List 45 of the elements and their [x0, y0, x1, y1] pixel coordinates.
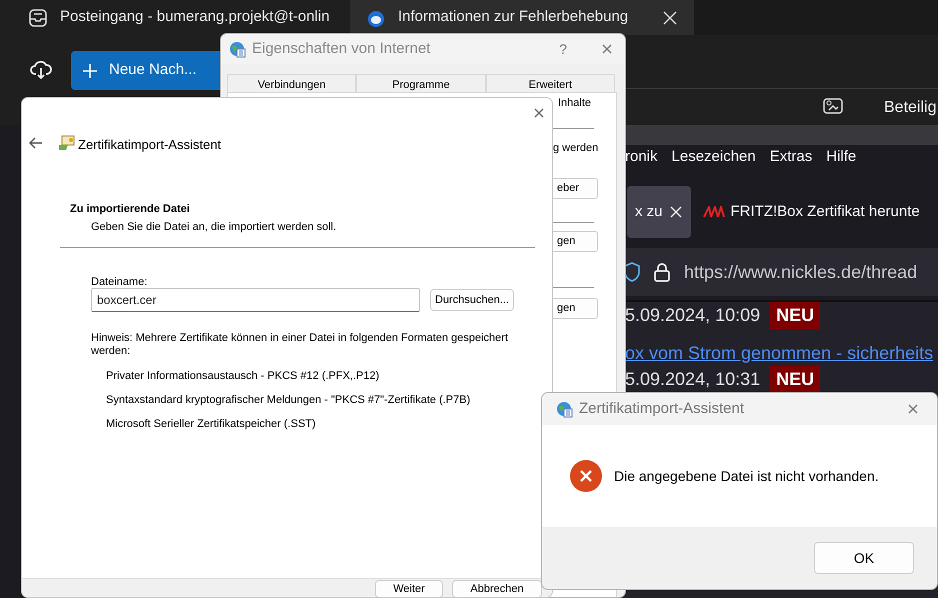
panel-text: g werden	[553, 141, 598, 156]
format-item: Microsoft Serieller Zertifikatspeicher (.SST)	[106, 417, 316, 432]
field-label: Dateiname:	[91, 275, 148, 290]
inbox-icon	[28, 8, 48, 28]
section-heading: Zu importierende Datei	[70, 202, 190, 217]
browser-tab[interactable]: x zu	[627, 186, 691, 238]
menu-item[interactable]: Lesezeichen	[672, 146, 756, 168]
dialog-title: Zertifikatimport-Assistent	[579, 398, 744, 419]
menu-item[interactable]: Hilfe	[826, 146, 856, 168]
tab[interactable]: Posteingang - bumerang.projekt@t-onlin	[0, 0, 350, 35]
wizard-title: Zertifikatimport-Assistent	[78, 136, 222, 154]
new-badge: NEU	[770, 302, 820, 328]
hint-text: Hinweis: Mehrere Zertifikate können in einer Datei in folgenden Formaten gespeichert werden:	[91, 332, 509, 358]
logo-icon	[702, 206, 725, 218]
wizard-button[interactable]: Weiter	[375, 580, 443, 597]
certificate-icon	[58, 135, 76, 151]
post-link[interactable]: ox vom Strom genommen - sicherheits	[625, 340, 934, 366]
ok-button[interactable]: OK	[814, 542, 914, 574]
shield-icon	[624, 262, 640, 282]
post-date: 5.09.2024, 10:31	[625, 368, 760, 390]
help-button[interactable]: ?	[559, 38, 567, 60]
file-name-field[interactable]: boxcert.cer	[91, 288, 420, 312]
browser-tab[interactable]: FRITZ!Box Zertifikat herunte	[694, 186, 928, 238]
error-icon	[570, 460, 602, 492]
format-item: Syntaxstandard kryptografischer Meldungen - "PKCS #7"-Zertifikate (.P7B)	[106, 393, 470, 408]
image-icon[interactable]	[823, 97, 843, 115]
format-item: Privater Informationsaustausch - PKCS #12 (.PFX,.P12)	[106, 369, 380, 384]
globe-icon	[556, 400, 573, 418]
back-arrow-icon[interactable]	[29, 137, 43, 149]
globe-icon	[229, 40, 246, 58]
window-title: Eigenschaften von Internet	[252, 38, 430, 59]
toolbar-label[interactable]: Beteilig	[884, 96, 936, 120]
plus-icon	[83, 64, 97, 78]
error-message: Die angegebene Datei ist nicht vorhanden.	[614, 466, 879, 486]
cloud-download-icon[interactable]	[30, 59, 52, 79]
close-icon[interactable]	[533, 107, 545, 119]
menu-item[interactable]: Extras	[770, 146, 812, 168]
wizard-button[interactable]: Abbrechen	[452, 580, 542, 597]
new-badge: NEU	[770, 366, 820, 392]
browse-button[interactable]: Durchsuchen...	[430, 289, 514, 311]
post-date: 5.09.2024, 10:09	[625, 304, 760, 326]
lock-icon	[654, 262, 670, 282]
section-subheading: Geben Sie die Datei an, die importiert werden soll.	[91, 220, 336, 235]
tab[interactable]: Informationen zur Fehlerbehebung	[350, 0, 694, 35]
menu-item[interactable]: ronik	[625, 146, 658, 168]
